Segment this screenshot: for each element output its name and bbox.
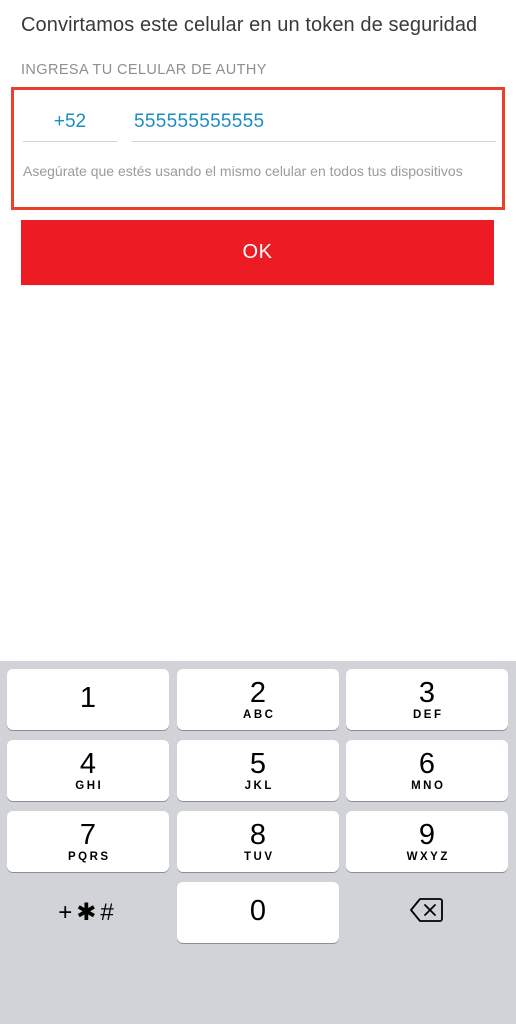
key-digit: 2 — [249, 676, 267, 709]
phone-entry-highlight: +52 Asegúrate que estés usando el mismo … — [11, 87, 505, 210]
numeric-keypad: 1 2 ABC 3 DEF 4 GHI 5 JKL 6 MNO 7 PQRS 8… — [0, 661, 516, 1024]
page-title: Convirtamos este celular en un token de … — [21, 14, 478, 36]
key-digit: 8 — [249, 818, 267, 851]
key-letters: WXYZ — [406, 850, 450, 863]
same-device-hint: Asegúrate que estés usando el mismo celu… — [23, 163, 463, 179]
key-digit: 3 — [418, 676, 436, 709]
key-letters: MNO — [411, 779, 446, 792]
key-5[interactable]: 5 JKL — [177, 740, 339, 801]
country-code-field[interactable]: +52 — [23, 102, 117, 142]
phone-number-input[interactable] — [132, 102, 496, 142]
authy-setup-screen: Convirtamos este celular en un token de … — [0, 0, 516, 1024]
key-digit: 4 — [79, 747, 97, 780]
backspace-icon — [410, 897, 444, 928]
key-letters: DEF — [413, 708, 444, 721]
ok-button[interactable]: OK — [21, 220, 494, 285]
key-7[interactable]: 7 PQRS — [7, 811, 169, 872]
key-8[interactable]: 8 TUV — [177, 811, 339, 872]
key-digit: 1 — [79, 681, 97, 714]
key-4[interactable]: 4 GHI — [7, 740, 169, 801]
symbols-key[interactable]: +✱# — [7, 882, 169, 943]
key-6[interactable]: 6 MNO — [346, 740, 508, 801]
key-1[interactable]: 1 — [7, 669, 169, 730]
key-digit: 5 — [249, 747, 267, 780]
key-digit: 9 — [418, 818, 436, 851]
key-digit: 6 — [418, 747, 436, 780]
key-3[interactable]: 3 DEF — [346, 669, 508, 730]
key-letters: ABC — [243, 708, 276, 721]
delete-key[interactable] — [346, 882, 508, 943]
key-letters: GHI — [75, 779, 104, 792]
key-letters: PQRS — [67, 850, 111, 863]
symbols-label: +✱# — [58, 899, 118, 926]
key-2[interactable]: 2 ABC — [177, 669, 339, 730]
key-letters: JKL — [244, 779, 274, 792]
section-label: INGRESA TU CELULAR DE AUTHY — [21, 62, 267, 78]
key-digit: 0 — [249, 894, 267, 927]
key-letters: TUV — [244, 850, 275, 863]
key-9[interactable]: 9 WXYZ — [346, 811, 508, 872]
key-0[interactable]: 0 — [177, 882, 339, 943]
key-digit: 7 — [79, 818, 97, 851]
